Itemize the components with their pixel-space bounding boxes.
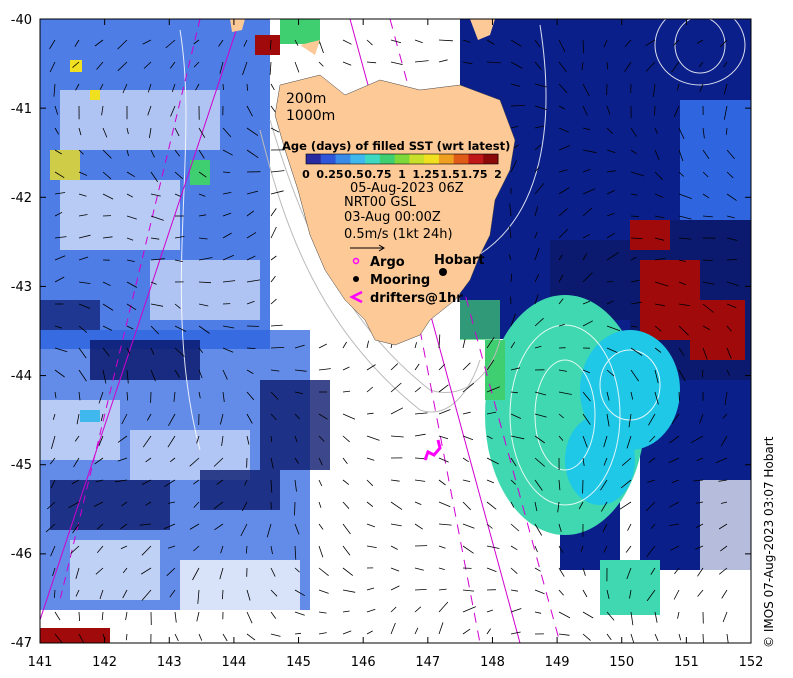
scale-label: 0.5m/s (1kt 24h) bbox=[344, 227, 453, 242]
colorbar-tick-label: 1.75 bbox=[460, 168, 487, 181]
colorbar-swatch bbox=[335, 154, 351, 164]
x-tick-label: 143 bbox=[157, 655, 182, 670]
y-tick-label: -47 bbox=[11, 636, 32, 651]
sst-map: 141 142 143 144 145 146 147 148 149 150 … bbox=[11, 13, 764, 670]
colorbar-tick-label: 0 bbox=[302, 168, 310, 181]
colorbar-title: Age (days) of filled SST (wrt latest) bbox=[282, 139, 510, 153]
current-date-label: 03-Aug 00:00Z bbox=[344, 210, 441, 225]
x-tick-label: 148 bbox=[480, 655, 505, 670]
colorbar-tick-labels: 0 0.25 0.5 0.75 1 1.25 1.5 1.75 2 bbox=[302, 168, 502, 181]
x-axis: 141 142 143 144 145 146 147 148 149 150 … bbox=[28, 655, 764, 670]
colorbar-swatch bbox=[438, 154, 455, 164]
colorbar-swatch bbox=[453, 154, 469, 164]
x-tick-label: 141 bbox=[28, 655, 53, 670]
x-tick-label: 151 bbox=[674, 655, 699, 670]
x-tick-label: 146 bbox=[351, 655, 376, 670]
y-tick-label: -44 bbox=[11, 369, 32, 384]
y-tick-label: -45 bbox=[11, 458, 32, 473]
current-vector bbox=[678, 391, 680, 401]
colorbar-swatch bbox=[468, 154, 484, 164]
colorbar-tick-label: 1 bbox=[398, 168, 406, 181]
y-tick-label: -46 bbox=[11, 547, 32, 562]
y-axis: -40 -41 -42 -43 -44 -45 -46 -47 bbox=[11, 13, 32, 651]
colorbar-tick-label: 0.75 bbox=[364, 168, 391, 181]
y-tick-label: -41 bbox=[11, 102, 32, 117]
colorbar-tick-label: 1.25 bbox=[412, 168, 439, 181]
y-tick-label: -42 bbox=[11, 191, 32, 206]
argo-legend-label: Argo bbox=[370, 255, 405, 270]
colorbar-swatch bbox=[350, 154, 366, 164]
current-vector bbox=[222, 83, 224, 91]
current-vector bbox=[654, 105, 656, 116]
x-tick-label: 149 bbox=[545, 655, 570, 670]
mooring-legend-marker bbox=[353, 276, 359, 282]
depth-200-label: 200m bbox=[286, 91, 326, 107]
hobart-label: Hobart bbox=[434, 253, 485, 268]
hobart-marker bbox=[439, 268, 447, 276]
mooring-legend-label: Mooring bbox=[370, 273, 430, 288]
x-tick-label: 147 bbox=[415, 655, 440, 670]
product-label: NRT00 GSL bbox=[344, 195, 417, 210]
colorbar-tick-label: 0.25 bbox=[316, 168, 343, 181]
colorbar-swatch bbox=[409, 154, 425, 164]
colorbar-swatch bbox=[379, 154, 396, 164]
colorbar-swatch bbox=[365, 154, 381, 164]
colorbar-swatches bbox=[306, 154, 499, 164]
x-tick-label: 144 bbox=[221, 655, 246, 670]
date-label: 05-Aug-2023 06Z bbox=[350, 181, 464, 196]
colorbar-tick-label: 0.5 bbox=[344, 168, 364, 181]
x-tick-label: 145 bbox=[286, 655, 311, 670]
colorbar-swatch bbox=[306, 154, 322, 164]
colorbar-swatch bbox=[483, 154, 499, 164]
x-tick-label: 142 bbox=[92, 655, 117, 670]
x-tick-label: 152 bbox=[739, 655, 764, 670]
colorbar-tick-label: 1.5 bbox=[440, 168, 460, 181]
colorbar-swatch bbox=[320, 154, 337, 164]
x-tick-label: 150 bbox=[609, 655, 634, 670]
colorbar-tick-label: 2 bbox=[494, 168, 502, 181]
colorbar-swatch bbox=[394, 154, 410, 164]
depth-1000-label: 1000m bbox=[286, 108, 335, 124]
y-tick-label: -40 bbox=[11, 13, 32, 28]
colorbar-swatch bbox=[424, 154, 440, 164]
drifters-legend-label: drifters@1hr bbox=[370, 291, 463, 306]
y-tick-label: -43 bbox=[11, 280, 32, 295]
copyright-text: © IMOS 07-Aug-2023 03:07 Hobart bbox=[762, 436, 776, 648]
current-vector bbox=[294, 501, 296, 516]
